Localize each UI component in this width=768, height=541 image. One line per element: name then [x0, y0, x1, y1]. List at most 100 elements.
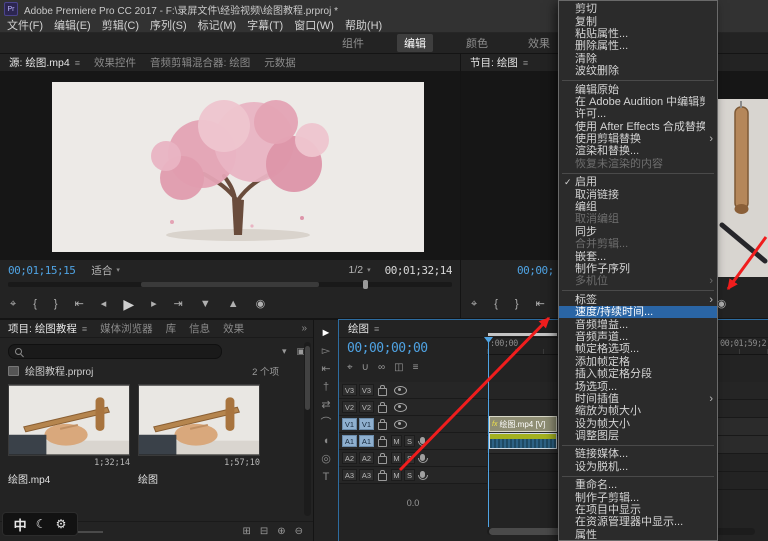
project-action-icon[interactable]: ⊖	[295, 526, 303, 537]
menu-bar-item[interactable]: 窗口(W)	[294, 17, 334, 33]
transport-icon[interactable]: {	[33, 299, 37, 310]
context-menu-item[interactable]: 重命名...	[559, 479, 717, 491]
menu-bar-item[interactable]: 帮助(H)	[345, 17, 382, 33]
video-clip[interactable]: fx 绘图.mp4 [V]	[489, 416, 557, 432]
project-scrollbar[interactable]	[304, 342, 311, 516]
context-menu-item[interactable]: 合并剪辑...	[559, 238, 717, 250]
context-menu-item[interactable]: 设为帧大小	[559, 418, 717, 430]
context-menu-item[interactable]: 启用	[559, 176, 717, 188]
transport-icon[interactable]: ◉	[717, 299, 727, 310]
transport-icon[interactable]: ◂	[101, 299, 107, 310]
solo-button[interactable]: S	[404, 435, 415, 447]
context-menu-item[interactable]: 在资源管理器中显示...	[559, 516, 717, 528]
track-target-button[interactable]: V3	[359, 384, 374, 396]
context-menu-item[interactable]: 清除	[559, 53, 717, 65]
mute-button[interactable]: M	[391, 435, 402, 447]
menu-bar-item[interactable]: 标记(M)	[198, 17, 237, 33]
tools-icon[interactable]: ⚙	[56, 517, 67, 531]
panel-menu-icon[interactable]	[523, 58, 528, 68]
context-menu-item[interactable]: 标签	[559, 294, 717, 306]
breadcrumb[interactable]: 绘图教程.prproj	[25, 363, 93, 378]
context-menu-item[interactable]: 音频声道...	[559, 331, 717, 343]
timeline-toolbar-icon[interactable]: ∪	[362, 362, 369, 373]
clip-thumbnail[interactable]	[8, 384, 130, 456]
transport-icon[interactable]: }	[515, 299, 519, 310]
context-menu-item[interactable]: 使用剪辑替换	[559, 133, 717, 145]
source-patch-button[interactable]: A1	[342, 435, 357, 447]
lock-icon[interactable]	[378, 405, 387, 413]
context-menu-item[interactable]: 在 Adobe Audition 中编辑剪辑	[559, 96, 717, 108]
context-menu-item[interactable]: 编组	[559, 201, 717, 213]
context-menu-item[interactable]: 链接媒体...	[559, 448, 717, 460]
clip-thumbnail[interactable]	[138, 384, 260, 456]
project-action-icon[interactable]: ⊞	[242, 526, 250, 537]
panel-menu-icon[interactable]	[82, 324, 87, 334]
transport-icon[interactable]: ▼	[200, 299, 211, 310]
context-menu-item[interactable]: 删除属性...	[559, 40, 717, 52]
source-scrubber[interactable]	[8, 282, 452, 287]
mic-icon[interactable]	[420, 437, 425, 444]
panel-menu-icon[interactable]	[374, 324, 379, 334]
solo-button[interactable]: S	[404, 452, 415, 464]
clip-name[interactable]: 绘图.mp4	[8, 471, 130, 486]
ime-language-button[interactable]: 中	[14, 515, 27, 534]
context-menu-item[interactable]: 粘贴属性...	[559, 28, 717, 40]
transport-icon[interactable]: ⇤	[75, 299, 84, 310]
lock-icon[interactable]	[378, 439, 387, 447]
context-menu-item[interactable]: 波纹删除	[559, 65, 717, 77]
scrub-playhead-handle[interactable]	[363, 280, 368, 289]
mic-icon[interactable]	[420, 454, 425, 461]
panel-menu-icon[interactable]	[75, 58, 80, 68]
track-output-eye-icon[interactable]	[394, 386, 407, 395]
context-menu-item[interactable]: 场选项...	[559, 380, 717, 392]
timeline-toolbar-icon[interactable]: ⌖	[347, 362, 353, 373]
track-output-eye-icon[interactable]	[394, 420, 407, 429]
lock-icon[interactable]	[378, 473, 387, 481]
transport-icon[interactable]: ▶	[123, 297, 134, 311]
tool-icon[interactable]: ⌒	[321, 418, 332, 429]
clip-name[interactable]: 绘图	[138, 471, 260, 486]
context-menu-item[interactable]: 在项目中显示	[559, 504, 717, 516]
panel-tab[interactable]: 项目: 绘图教程	[8, 321, 87, 336]
tool-icon[interactable]: †	[323, 382, 329, 393]
context-menu-item[interactable]: 帧定格选项...	[559, 343, 717, 355]
transport-icon[interactable]: ▸	[151, 299, 157, 310]
context-menu-item[interactable]: 缩放为帧大小	[559, 405, 717, 417]
context-menu-item[interactable]: 时间插值	[559, 393, 717, 405]
panel-tab[interactable]: 库	[166, 321, 177, 336]
project-item-card[interactable]: 1;57;10 绘图	[138, 384, 260, 486]
project-action-icon[interactable]: ⊟	[260, 526, 268, 537]
project-item-card[interactable]: 1;32;14 绘图.mp4	[8, 384, 130, 486]
tool-icon[interactable]: T	[323, 472, 330, 483]
workspace-tab[interactable]: 效果	[521, 34, 557, 52]
transport-icon[interactable]: ⌖	[10, 299, 16, 310]
audio-clip[interactable]	[489, 433, 557, 449]
context-menu-item[interactable]: 插入帧定格分段	[559, 368, 717, 380]
workspace-tab[interactable]: 颜色	[459, 34, 495, 52]
scrub-zoom-range[interactable]	[141, 282, 319, 287]
mic-icon[interactable]	[420, 471, 425, 478]
lock-icon[interactable]	[378, 388, 387, 396]
context-menu-item[interactable]: 嵌套...	[559, 250, 717, 262]
context-menu-item[interactable]: 恢复未渲染的内容	[559, 158, 717, 170]
context-menu-item[interactable]: 制作子序列	[559, 263, 717, 275]
master-gain-value[interactable]: 0.0	[339, 498, 487, 508]
context-menu-item[interactable]: 速度/持续时间...	[559, 306, 717, 318]
menu-bar-item[interactable]: 文件(F)	[7, 17, 43, 33]
track-output-eye-icon[interactable]	[394, 403, 407, 412]
panel-tab[interactable]: 音频剪辑混合器: 绘图	[150, 55, 250, 70]
track-target-button[interactable]: V1	[359, 418, 374, 430]
context-menu-item[interactable]: 属性	[559, 529, 717, 541]
context-menu-item[interactable]: 取消链接	[559, 188, 717, 200]
transport-icon[interactable]: ▲	[228, 299, 239, 310]
context-menu-item[interactable]: 渲染和替换...	[559, 145, 717, 157]
context-menu-item[interactable]: 编辑原始	[559, 83, 717, 95]
timeline-toolbar-icon[interactable]: ∞	[378, 362, 385, 373]
context-menu-item[interactable]: 音频增益...	[559, 318, 717, 330]
search-input[interactable]	[27, 346, 215, 356]
moon-icon[interactable]: ☾	[36, 517, 47, 531]
source-patch-button[interactable]: V3	[342, 384, 357, 396]
transport-icon[interactable]: {	[494, 299, 498, 310]
lock-icon[interactable]	[378, 422, 387, 430]
transport-icon[interactable]: ⇥	[174, 299, 183, 310]
